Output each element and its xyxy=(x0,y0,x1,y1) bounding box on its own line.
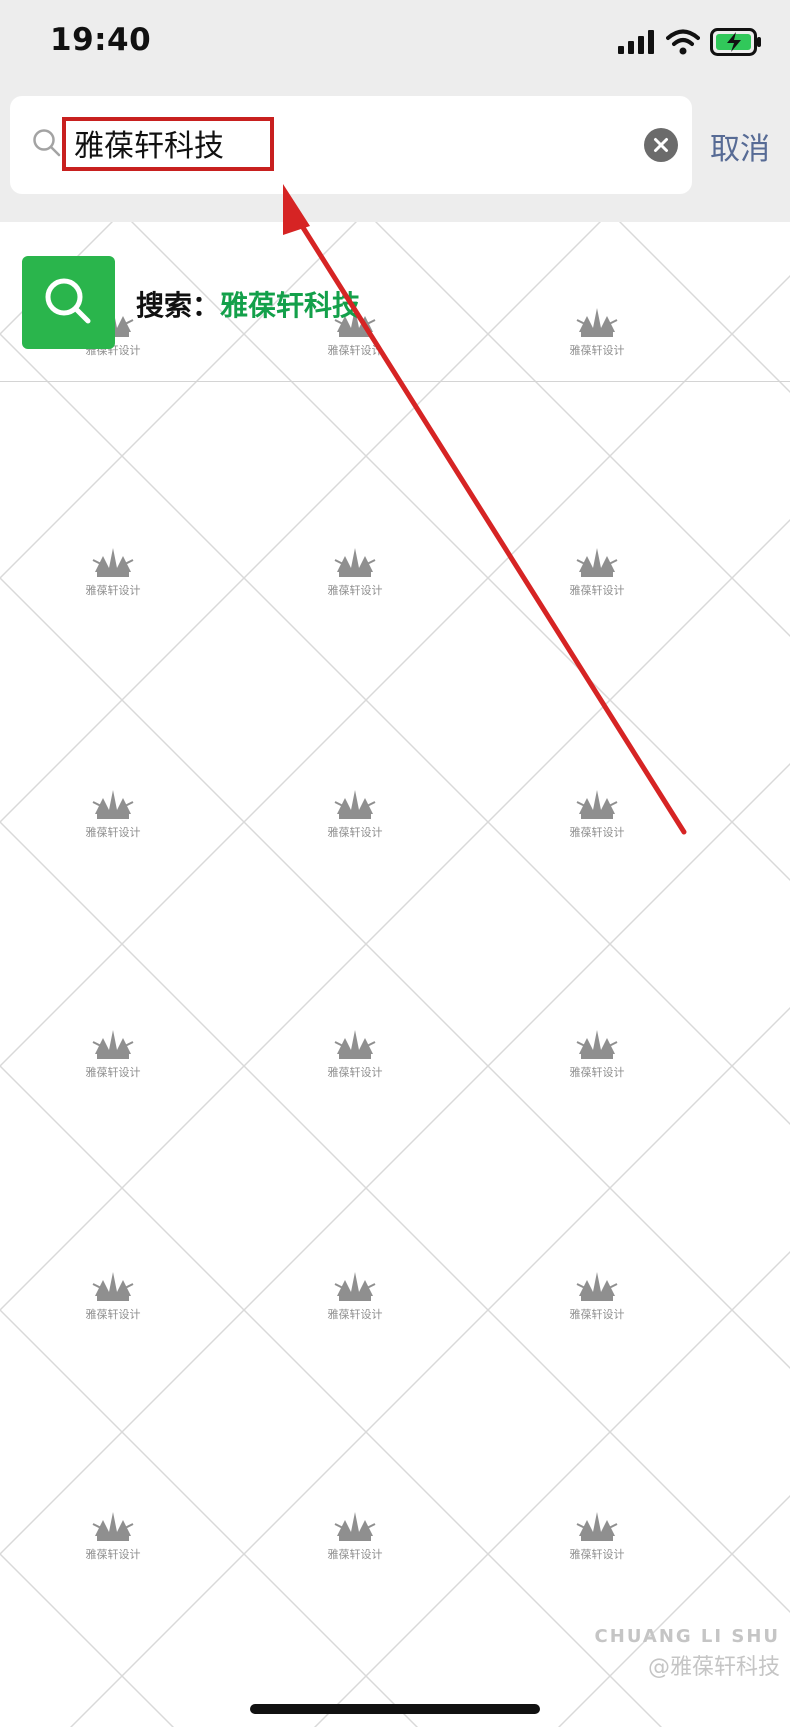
watermark-text: 雅葆轩设计 xyxy=(328,1065,383,1079)
footer-watermark-cn: @雅葆轩科技 xyxy=(647,1655,780,1680)
search-icon xyxy=(33,129,61,157)
watermark-text: 雅葆轩设计 xyxy=(328,1307,383,1321)
footer-watermark-en: CHUANG LI SHU xyxy=(594,1626,780,1647)
watermark-text: 雅葆轩设计 xyxy=(86,825,141,839)
watermark-text: 雅葆轩设计 xyxy=(86,1547,141,1561)
signal-icon xyxy=(618,30,654,54)
watermark-text: 雅葆轩设计 xyxy=(328,583,383,597)
wifi-icon xyxy=(666,29,700,55)
result-prefix: 搜索： xyxy=(136,289,221,322)
watermark-text: 雅葆轩设计 xyxy=(570,583,625,597)
cancel-button[interactable]: 取消 xyxy=(710,124,770,168)
watermark-text: 雅葆轩设计 xyxy=(86,583,141,597)
clear-icon xyxy=(654,138,668,152)
result-label: 搜索：雅葆轩科技 xyxy=(136,284,360,324)
result-icon-tile xyxy=(22,256,115,349)
search-result-row[interactable]: 搜索：雅葆轩科技 xyxy=(0,222,790,382)
search-query-highlight xyxy=(62,117,274,171)
result-divider xyxy=(0,381,790,382)
watermark-text: 雅葆轩设计 xyxy=(328,825,383,839)
watermark-text: 雅葆轩设计 xyxy=(570,1547,625,1561)
footer-watermark: CHUANG LI SHU @雅葆轩科技 xyxy=(595,1626,780,1681)
watermark-text: 雅葆轩设计 xyxy=(328,1547,383,1561)
status-icons xyxy=(618,28,762,56)
home-indicator xyxy=(250,1704,540,1714)
watermark-text: 雅葆轩设计 xyxy=(86,1307,141,1321)
search-icon xyxy=(45,278,91,324)
watermark-text: 雅葆轩设计 xyxy=(570,1065,625,1079)
status-bar: 19:40 xyxy=(0,0,790,86)
watermark-text: 雅葆轩设计 xyxy=(86,1065,141,1079)
result-keyword: 雅葆轩科技 xyxy=(220,289,361,322)
watermark-text: 雅葆轩设计 xyxy=(570,825,625,839)
clear-search-button[interactable] xyxy=(644,128,678,162)
battery-charging-icon xyxy=(710,28,761,56)
status-time: 19:40 xyxy=(50,22,152,58)
watermark-text: 雅葆轩设计 xyxy=(570,1307,625,1321)
